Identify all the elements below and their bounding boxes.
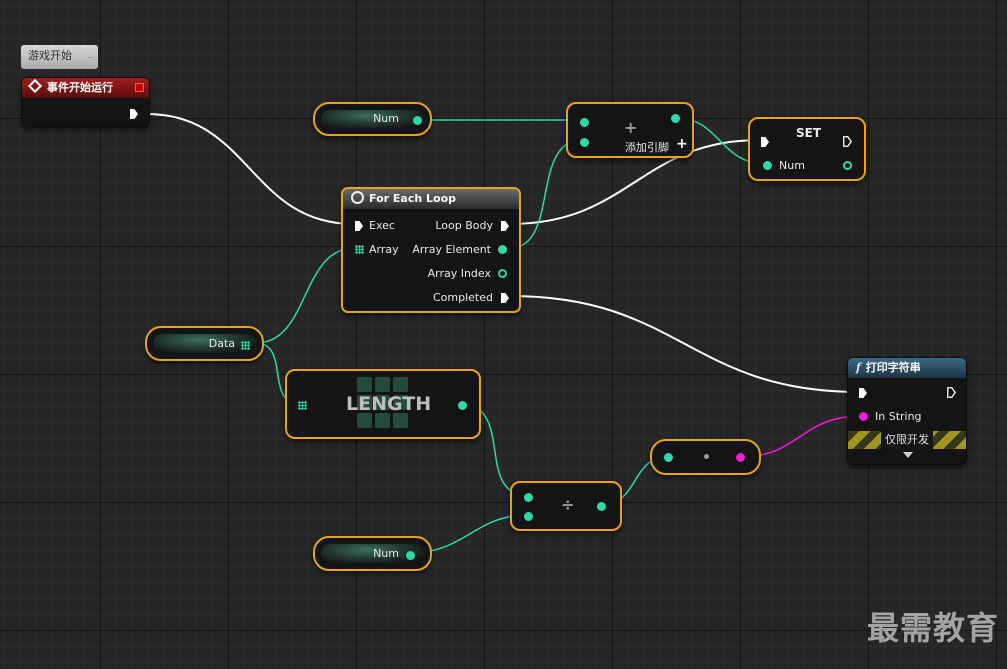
divide-output-pin[interactable] [597,502,606,511]
for-each-loop-body-pin[interactable] [501,221,509,231]
num-variable-bottom-label: Num [373,547,399,560]
num-variable-bottom-out-pin[interactable] [406,551,415,560]
for-each-completed-pin[interactable] [501,293,509,303]
print-string-node[interactable]: f 打印字符串 In String 仅限开发 [847,357,967,465]
comment-bubble[interactable]: 游戏开始 ... [21,45,98,69]
development-only-label: 仅限开发 [881,431,933,449]
divide-node[interactable]: ÷ [510,481,622,531]
add-pin-label: 添加引脚 [625,141,669,154]
for-each-array-in-pin[interactable] [355,245,364,254]
for-each-loop-node[interactable]: For Each Loop Exec Array Loop Body Array… [341,187,521,313]
function-icon: f [856,361,861,374]
print-in-string-label: In String [875,410,922,423]
for-each-header: For Each Loop [343,189,519,209]
event-node-header: 事件开始运行 [22,78,149,98]
exec-wire-completed-to-print [509,295,861,393]
event-begin-play-node[interactable]: 事件开始运行 [21,77,150,127]
for-each-output-array-element-label: Array Element [412,243,491,256]
set-num-in-pin[interactable] [763,161,772,170]
convert-in-pin[interactable] [664,453,673,462]
loop-icon [351,191,364,204]
int-to-string-node[interactable] [650,439,761,475]
print-exec-in-pin[interactable] [859,388,867,398]
set-num-label: Num [779,159,805,172]
convert-symbol-dot [704,454,709,459]
watermark: 最需教育 [866,609,999,647]
for-each-array-element-pin[interactable] [498,245,507,254]
for-each-output-array-index-label: Array Index [427,267,491,280]
expand-arrow-icon[interactable] [903,452,913,458]
add-input-b-pin[interactable] [580,138,589,147]
length-label: LENGTH [346,393,432,415]
divide-input-a-pin[interactable] [524,493,533,502]
data-variable-out-pin[interactable] [241,341,250,350]
for-each-exec-in-pin[interactable] [355,221,363,231]
for-each-input-exec-label: Exec [369,219,395,232]
set-node-title: SET [796,126,822,140]
set-num-node[interactable]: SET Num [748,117,866,181]
set-exec-in-pin[interactable] [761,137,769,147]
length-node[interactable]: LENGTH [285,369,481,439]
for-each-input-array-label: Array [369,243,399,256]
for-each-output-completed-label: Completed [433,291,493,304]
development-only-banner: 仅限开发 [848,431,966,449]
num-variable-node-bottom[interactable]: Num [313,536,432,571]
print-in-string-pin[interactable] [859,412,868,421]
divide-operator-symbol: ÷ [561,495,575,514]
num-variable-label: Num [373,112,399,125]
event-exec-out-pin[interactable] [130,109,138,119]
divide-input-b-pin[interactable] [524,512,533,521]
add-node[interactable]: + 添加引脚 + [566,102,694,158]
convert-out-pin[interactable] [736,453,745,462]
data-variable-node[interactable]: Data [145,326,264,361]
for-each-output-loop-body-label: Loop Body [435,219,493,232]
for-each-title: For Each Loop [369,192,456,205]
num-variable-out-pin[interactable] [413,116,422,125]
print-exec-out-pin[interactable] [947,387,956,398]
event-node-title: 事件开始运行 [47,81,113,94]
for-each-array-index-pin[interactable] [498,269,507,278]
add-operator-symbol: + [624,118,638,137]
print-string-title: 打印字符串 [865,361,921,374]
delegate-pin-icon[interactable] [135,83,144,92]
set-num-out-pin[interactable] [843,161,852,170]
add-input-a-pin[interactable] [580,118,589,127]
add-pin-plus-icon[interactable]: + [676,136,688,152]
set-exec-out-pin[interactable] [843,136,852,147]
add-output-pin[interactable] [671,114,680,123]
data-variable-label: Data [208,337,235,350]
comment-menu-icon: ... [87,52,94,60]
length-out-pin[interactable] [458,401,467,410]
length-array-in-pin[interactable] [298,401,307,410]
print-string-header: f 打印字符串 [848,358,966,378]
comment-text: 游戏开始 [28,49,72,62]
event-icon [27,78,43,94]
num-variable-node-top[interactable]: Num [313,102,432,136]
